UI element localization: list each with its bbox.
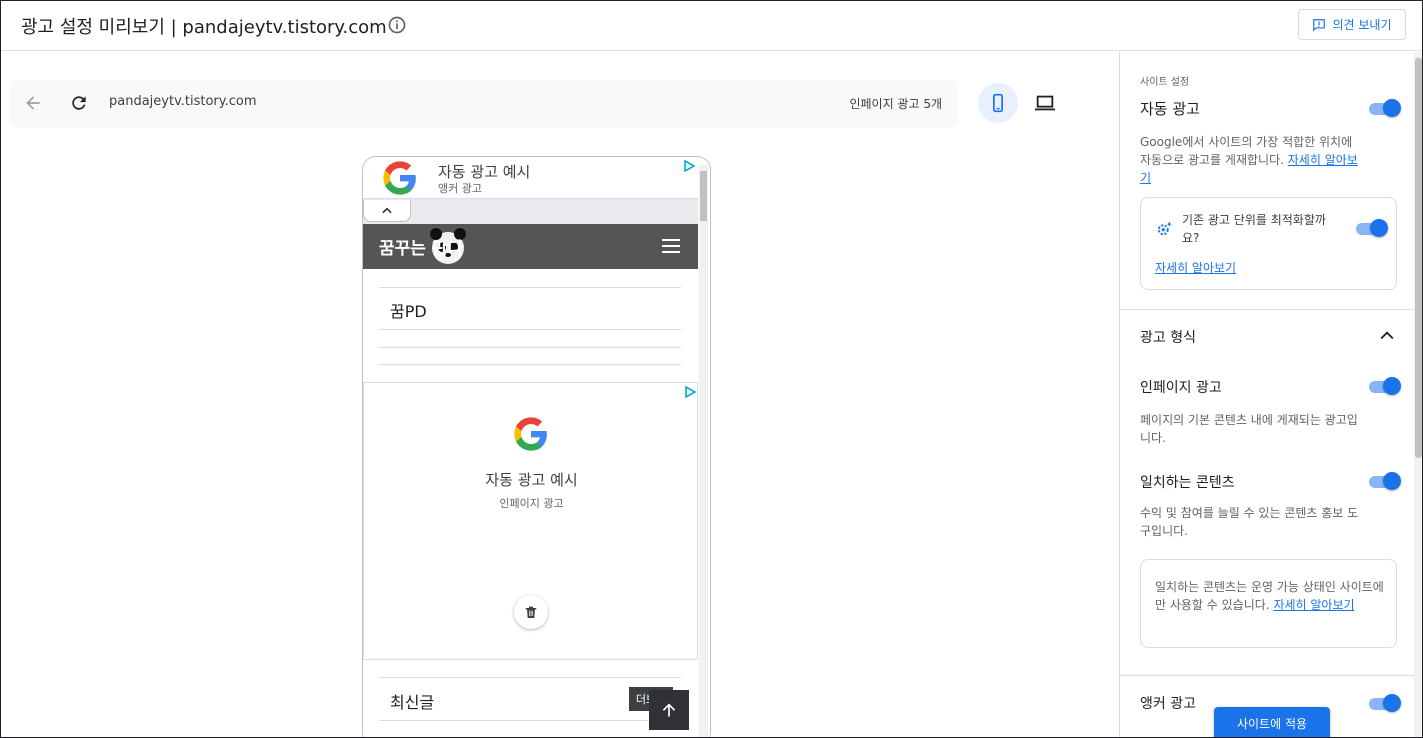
adchoices-icon[interactable]	[683, 160, 695, 172]
optimize-units-toggle[interactable]	[1356, 219, 1388, 237]
anchor-ad-title: 자동 광고 예시	[438, 163, 531, 181]
google-logo-icon	[383, 161, 416, 195]
panel-scroll-thumb[interactable]	[1415, 58, 1422, 458]
anchor-ad-subtitle: 앵커 광고	[438, 182, 482, 195]
info-icon[interactable]	[387, 15, 407, 35]
preview-scrollbar[interactable]	[699, 165, 708, 737]
matched-content-toggle[interactable]	[1369, 472, 1401, 490]
ad-formats-title: 광고 형식	[1140, 330, 1196, 346]
inpage-ad-subtitle: 인페이지 광고	[499, 497, 564, 510]
top-header: 광고 설정 미리보기 | pandajeytv.tistory.com 의견 보…	[1, 1, 1422, 51]
matched-content-note-card: 일치하는 콘텐츠는 운영 가능 상태인 사이트에만 사용할 수 있습니다. 자세…	[1140, 559, 1397, 648]
content-divider-row	[379, 347, 681, 365]
gear-sparkle-icon	[1157, 221, 1172, 236]
feedback-label: 의견 보내기	[1332, 18, 1392, 32]
matched-content-learn-more-link[interactable]: 자세히 알아보기	[1273, 598, 1354, 612]
preview-url: pandajeytv.tistory.com	[109, 94, 257, 109]
laptop-icon	[1034, 95, 1056, 111]
inpage-ad[interactable]: 자동 광고 예시 인페이지 광고	[363, 382, 698, 660]
blog-title[interactable]: 꿈꾸는 판다	[379, 234, 463, 259]
optimize-units-card: 기존 광고 단위를 최적화할까요? 자세히 알아보기	[1140, 197, 1397, 290]
settings-panel: 사이트 설정 자동 광고 Google에서 사이트의 가장 적합한 위치에 자동…	[1119, 52, 1414, 737]
feedback-button[interactable]: 의견 보내기	[1298, 9, 1406, 40]
arrow-up-icon	[662, 703, 676, 717]
section-divider	[1120, 675, 1414, 676]
smartphone-icon	[993, 93, 1003, 113]
post-title-box[interactable]: 꿈PD	[379, 287, 681, 330]
remove-ad-button[interactable]	[514, 595, 548, 629]
preview-url-bar: pandajeytv.tistory.com 인페이지 광고 5개	[9, 80, 958, 127]
scroll-to-top-button[interactable]	[649, 690, 689, 730]
page-title: 광고 설정 미리보기 | pandajeytv.tistory.com	[21, 17, 387, 38]
optimize-learn-more-link[interactable]: 자세히 알아보기	[1155, 259, 1236, 276]
recent-posts-label: 최신글	[390, 693, 435, 712]
inpage-ads-title: 인페이지 광고	[1140, 380, 1222, 396]
blog-header: 꿈꾸는 판다	[363, 224, 698, 269]
apply-to-site-button[interactable]: 사이트에 적용	[1214, 707, 1330, 737]
auto-ads-toggle[interactable]	[1369, 99, 1401, 117]
preview-scroll-thumb[interactable]	[700, 171, 707, 221]
anchor-ads-toggle[interactable]	[1369, 694, 1401, 712]
inpage-ad-count: 인페이지 광고 5개	[849, 97, 942, 111]
desktop-view-button[interactable]	[1025, 83, 1065, 123]
section-divider	[1120, 309, 1414, 310]
menu-icon[interactable]	[662, 238, 680, 254]
section-label: 사이트 설정	[1140, 77, 1190, 88]
feedback-icon	[1313, 18, 1326, 32]
post-title: 꿈PD	[390, 302, 427, 321]
matched-content-title: 일치하는 콘텐츠	[1140, 475, 1235, 491]
back-arrow-icon[interactable]	[23, 93, 43, 113]
inpage-ads-desc: 페이지의 기본 콘텐츠 내에 게재되는 광고입니다.	[1140, 413, 1358, 445]
google-logo-icon	[514, 417, 547, 451]
anchor-toggle-strip	[363, 199, 698, 224]
inpage-ad-title: 자동 광고 예시	[485, 471, 578, 489]
inpage-ads-toggle[interactable]	[1369, 377, 1401, 395]
auto-ads-title: 자동 광고	[1140, 100, 1200, 118]
reload-icon[interactable]	[69, 93, 89, 113]
auto-ads-desc: Google에서 사이트의 가장 적합한 위치에 자동으로 광고를 게재합니다.…	[1140, 135, 1358, 185]
mobile-view-button[interactable]	[978, 83, 1018, 123]
trash-icon	[525, 606, 537, 618]
panel-scrollbar[interactable]	[1414, 52, 1422, 737]
matched-content-note: 일치하는 콘텐츠는 운영 가능 상태인 사이트에만 사용할 수 있습니다. 자세…	[1155, 580, 1384, 612]
anchor-ads-title: 앵커 광고	[1140, 696, 1196, 712]
anchor-ad[interactable]: 자동 광고 예시 앵커 광고	[363, 157, 698, 199]
optimize-units-text: 기존 광고 단위를 최적화할까요?	[1182, 213, 1326, 245]
anchor-collapse-button[interactable]	[363, 200, 411, 222]
chevron-up-icon[interactable]	[1377, 326, 1397, 346]
adchoices-icon[interactable]	[684, 386, 696, 398]
chevron-up-icon	[382, 207, 392, 213]
mobile-preview-frame: 자동 광고 예시 앵커 광고 꿈꾸는 판다 꿈PD 자동 광고 예시 인페이지 …	[362, 156, 711, 737]
app-frame: 광고 설정 미리보기 | pandajeytv.tistory.com 의견 보…	[0, 0, 1423, 738]
matched-content-desc: 수익 및 참여를 늘릴 수 있는 콘텐츠 홍보 도구입니다.	[1140, 506, 1359, 538]
